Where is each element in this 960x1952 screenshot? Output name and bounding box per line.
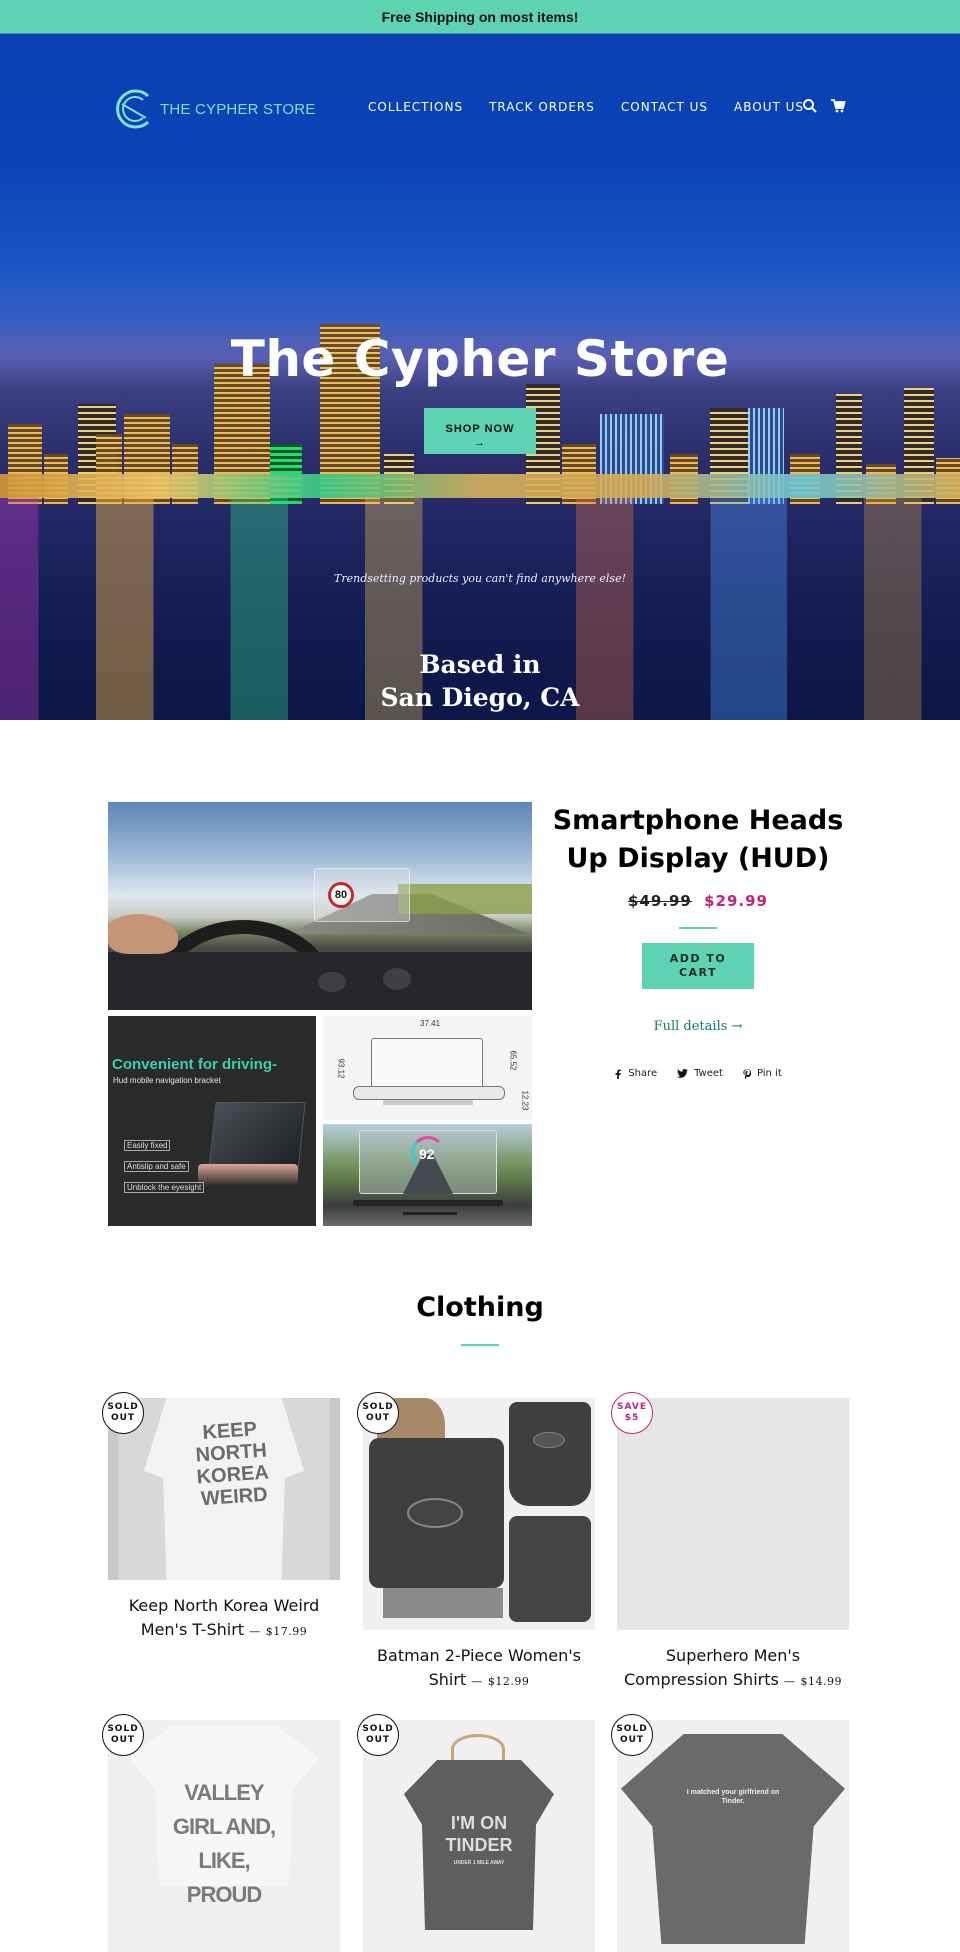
featured-product-info: Smartphone Heads Up Display (HUD) $49.99… xyxy=(548,802,848,1079)
product-image[interactable]: VALLEY GIRL AND, LIKE, PROUD xyxy=(108,1720,340,1952)
social-share: Share Tweet Pin it xyxy=(548,1068,848,1079)
nav-collections[interactable]: COLLECTIONS xyxy=(368,100,463,114)
share-pinterest[interactable]: Pin it xyxy=(743,1068,782,1079)
pinterest-icon xyxy=(743,1068,751,1079)
nav-track-orders[interactable]: TRACK ORDERS xyxy=(489,100,595,114)
shirt-subprint: UNDER 1 MILE AWAY xyxy=(453,1860,505,1866)
accent-divider xyxy=(679,927,717,929)
sold-out-badge: SOLD OUT xyxy=(102,1392,144,1434)
nav-about-us[interactable]: ABOUT US xyxy=(734,100,804,114)
arrow-right-icon: → xyxy=(474,436,486,449)
price-separator: — xyxy=(783,1675,796,1688)
nav-contact-us[interactable]: CONTACT US xyxy=(621,100,708,114)
shirt-print: KEEP NORTH KOREA WEIRD xyxy=(194,1418,270,1511)
product-name: Batman 2-Piece Women's Shirt — $12.99 xyxy=(377,1646,581,1689)
product-card[interactable]: SOLD OUT I matched your girlfriend on Tin… xyxy=(611,1714,849,1952)
shop-now-label: SHOP NOW xyxy=(445,422,515,435)
speed-sign: 80 xyxy=(328,882,354,908)
logo-text: THE CYPHER STORE xyxy=(160,100,316,118)
shirt-print: I'M ON TINDER xyxy=(445,1813,513,1855)
search-icon[interactable] xyxy=(802,98,818,114)
twitter-icon xyxy=(677,1069,688,1078)
product-image[interactable]: KEEP NORTH KOREA WEIRD xyxy=(108,1398,340,1580)
shirt-print: VALLEY GIRL AND, LIKE, PROUD xyxy=(172,1780,276,1907)
cart-icon[interactable] xyxy=(830,98,846,114)
original-price: $49.99 xyxy=(627,892,692,910)
product-price: $12.99 xyxy=(487,1675,530,1688)
product-title[interactable]: Smartphone Heads Up Display (HUD) xyxy=(548,802,848,878)
product-card[interactable]: SOLD OUT KEEP NORTH KOREA WEIRD Keep Nort… xyxy=(102,1392,340,1644)
price-separator: — xyxy=(471,1675,483,1688)
sale-price: $29.99 xyxy=(704,892,768,910)
product-card[interactable]: SOLD OUT VALLEY GIRL AND, LIKE, PROUD xyxy=(102,1714,340,1952)
shop-now-button[interactable]: SHOP NOW → xyxy=(424,408,536,454)
logo-mark-icon xyxy=(116,89,150,129)
announcement-bar: Free Shipping on most items! xyxy=(0,0,960,34)
hero-banner: THE CYPHER STORE COLLECTIONS TRACK ORDER… xyxy=(0,34,960,720)
location-line-1: Based in xyxy=(419,650,541,679)
full-details-link[interactable]: Full details → xyxy=(654,1019,743,1034)
product-price: $14.99 xyxy=(800,1675,843,1688)
product-name: Keep North Korea Weird Men's T-Shirt — $… xyxy=(128,1596,320,1639)
product-image-hud-view[interactable]: 92 xyxy=(323,1124,532,1226)
product-image[interactable] xyxy=(363,1398,595,1630)
product-image-main[interactable]: 80 xyxy=(108,802,532,1010)
price-separator: — xyxy=(249,1625,261,1638)
share-twitter[interactable]: Tweet xyxy=(677,1068,723,1079)
product-image-dimensions[interactable]: 37.41 93.12 65.52 12.23 xyxy=(323,1016,532,1120)
announcement-text: Free Shipping on most items! xyxy=(381,8,579,25)
share-facebook[interactable]: Share xyxy=(614,1068,657,1079)
sold-out-badge: SOLD OUT xyxy=(611,1714,653,1756)
collection-divider xyxy=(461,1344,499,1346)
sold-out-badge: SOLD OUT xyxy=(102,1714,144,1756)
product-card[interactable]: SAVE $5 Superhero Men's Compression Shirt… xyxy=(611,1392,849,1694)
product-image[interactable]: I matched your girlfriend on Tinder. xyxy=(617,1720,849,1952)
product-name: Superhero Men's Compression Shirts — $14… xyxy=(623,1646,843,1689)
product-card[interactable]: SOLD OUT I'M ON TINDER UNDER 1 MILE AWAY xyxy=(357,1714,595,1952)
shoreline-lights xyxy=(0,474,960,498)
facebook-icon xyxy=(615,1069,621,1079)
product-price: $17.99 xyxy=(265,1625,308,1638)
product-image-features[interactable]: Convenient for driving- Hud mobile navig… xyxy=(108,1016,316,1226)
hero-location: Based in San Diego, CA xyxy=(0,648,960,714)
shirt-print: I matched your girlfriend on Tinder. xyxy=(686,1789,780,1805)
hero-title: The Cypher Store xyxy=(230,330,730,388)
hero-tagline: Trendsetting products you can't find any… xyxy=(334,572,626,585)
sold-out-badge: SOLD OUT xyxy=(357,1714,399,1756)
sold-out-badge: SOLD OUT xyxy=(357,1392,399,1434)
add-to-cart-button[interactable]: ADD TO CART xyxy=(642,943,754,989)
price-row: $49.99 $29.99 xyxy=(548,892,848,910)
location-line-2: San Diego, CA xyxy=(380,683,580,712)
featured-product-gallery: 80 Convenient for driving- Hud mobile na… xyxy=(108,802,532,1226)
product-card[interactable]: SOLD OUT Batman 2-Piece Women's Shirt — $… xyxy=(357,1392,595,1694)
product-image[interactable] xyxy=(617,1398,849,1630)
main-nav: COLLECTIONS TRACK ORDERS CONTACT US ABOU… xyxy=(368,100,804,114)
store-logo[interactable]: THE CYPHER STORE xyxy=(112,86,315,132)
save-badge: SAVE $5 xyxy=(611,1392,653,1434)
collection-title[interactable]: Clothing xyxy=(0,1292,960,1323)
product-image[interactable]: I'M ON TINDER UNDER 1 MILE AWAY xyxy=(363,1720,595,1952)
